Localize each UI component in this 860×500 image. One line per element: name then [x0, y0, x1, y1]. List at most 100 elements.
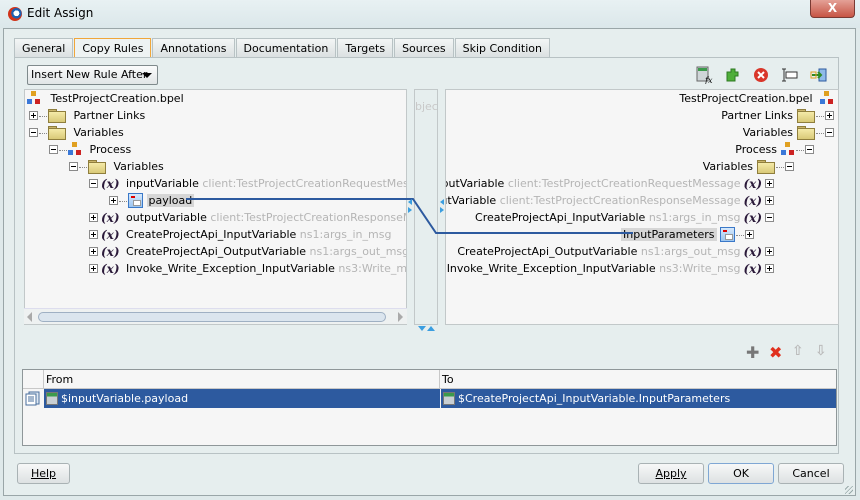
move-down-button[interactable]: ⇩: [815, 343, 827, 359]
row-header-column: [23, 370, 44, 389]
collapse-icon[interactable]: [69, 161, 78, 171]
expand-icon[interactable]: [89, 229, 98, 239]
variable-icon: (x): [101, 245, 120, 259]
variable-icon: (x): [743, 177, 762, 191]
scroll-right-icon[interactable]: [398, 312, 403, 322]
resize-grip-icon[interactable]: [845, 486, 853, 494]
ok-button[interactable]: OK: [708, 463, 774, 484]
target-tree-process[interactable]: Process: [735, 142, 814, 158]
tab-general[interactable]: General: [14, 38, 74, 58]
tab-sources[interactable]: Sources: [394, 38, 454, 58]
collapse-up-icon[interactable]: [427, 326, 435, 331]
target-tree-variables[interactable]: Variables: [743, 125, 834, 141]
delete-rule-button[interactable]: ✖: [769, 343, 782, 362]
tab-annotations[interactable]: Annotations: [152, 38, 235, 58]
tab-targets[interactable]: Targets: [337, 38, 394, 58]
table-row-from-cell[interactable]: $inputVariable.payload: [44, 389, 440, 408]
scroll-left-icon[interactable]: [27, 312, 32, 322]
expand-icon[interactable]: [765, 178, 774, 188]
source-variable-item[interactable]: (x) CreateProjectApi_OutputVariable ns1:…: [89, 244, 406, 260]
variable-icon: (x): [743, 211, 762, 225]
expand-icon[interactable]: [29, 110, 38, 120]
expand-icon[interactable]: [825, 110, 834, 120]
tab-documentation[interactable]: Documentation: [235, 38, 337, 58]
add-rule-button[interactable]: ✚: [746, 343, 759, 362]
expand-icon[interactable]: [109, 195, 118, 205]
variable-icon: (x): [101, 228, 120, 242]
source-variable-item[interactable]: (x) CreateProjectApi_InputVariable ns1:a…: [89, 227, 391, 243]
folder-icon: [48, 108, 66, 123]
folder-open-icon: [88, 159, 106, 174]
target-variable-item[interactable]: Invoke_Write_Exception_InputVariable ns3…: [447, 261, 774, 277]
collapse-icon[interactable]: [805, 144, 814, 154]
target-variable-item[interactable]: outputVariable client:TestProjectCreatio…: [446, 193, 774, 209]
cancel-button[interactable]: Cancel: [778, 463, 844, 484]
process-icon: [68, 142, 82, 156]
collapse-icon[interactable]: [765, 212, 774, 222]
mapping-strip: bjec: [414, 89, 438, 325]
column-header-to[interactable]: To: [440, 370, 836, 389]
target-variable-item[interactable]: inputVariable client:TestProjectCreation…: [446, 176, 774, 192]
move-up-button[interactable]: ⇧: [792, 343, 804, 359]
target-tree-panel: TestProjectCreation.bpel Partner Links V…: [445, 89, 839, 325]
close-button[interactable]: X: [810, 0, 855, 18]
expand-icon[interactable]: [765, 263, 774, 273]
expression-builder-icon[interactable]: fx: [695, 66, 713, 84]
xml-fragment-icon[interactable]: [724, 66, 742, 84]
collapse-icon[interactable]: [29, 127, 38, 137]
help-button[interactable]: Help: [17, 463, 70, 484]
bpel-process-icon: [27, 91, 41, 105]
folder-open-icon: [48, 125, 66, 140]
source-tree-variables[interactable]: Variables: [29, 125, 124, 141]
tab-bar: General Copy Rules Annotations Documenta…: [14, 38, 551, 58]
expression-icon: [443, 391, 455, 405]
source-tree-process[interactable]: Process: [49, 142, 131, 158]
target-variable-item[interactable]: CreateProjectApi_OutputVariable ns1:args…: [457, 244, 774, 260]
collapse-icon[interactable]: [825, 127, 834, 137]
source-tree-partner-links[interactable]: Partner Links: [29, 108, 145, 124]
source-tree-panel: TestProjectCreation.bpel Partner Links V…: [24, 89, 407, 325]
source-element-payload[interactable]: payload: [109, 192, 195, 209]
insert-mode-value: Insert New Rule After: [31, 68, 148, 81]
target-tree-root[interactable]: TestProjectCreation.bpel: [679, 91, 834, 107]
expand-icon[interactable]: [89, 263, 98, 273]
target-tree-partner-links[interactable]: Partner Links: [721, 108, 834, 124]
source-tree-process-variables[interactable]: Variables: [69, 159, 164, 175]
literal-icon[interactable]: [781, 66, 799, 84]
tab-copy-rules[interactable]: Copy Rules: [74, 38, 152, 58]
variable-icon: (x): [101, 211, 120, 225]
apply-button[interactable]: Apply: [638, 463, 704, 484]
source-horizontal-scrollbar[interactable]: [24, 308, 407, 324]
scrollbar-thumb[interactable]: [38, 312, 386, 322]
copy-rule-icon: [25, 391, 41, 406]
source-variable-item[interactable]: (x) outputVariable client:TestProjectCre…: [89, 210, 406, 226]
window-title: Edit Assign: [27, 6, 94, 20]
collapse-icon[interactable]: [785, 161, 794, 171]
column-header-from[interactable]: From: [44, 370, 440, 389]
target-element-inputparameters[interactable]: InputParameters: [621, 226, 754, 243]
remove-icon[interactable]: [752, 66, 770, 84]
source-variable-item[interactable]: (x) Invoke_Write_Exception_InputVariable…: [89, 261, 406, 277]
bulk-copy-icon[interactable]: [810, 66, 828, 84]
variable-icon: (x): [743, 245, 762, 259]
folder-open-icon: [797, 125, 815, 140]
source-tree-root[interactable]: TestProjectCreation.bpel: [27, 91, 184, 107]
expand-icon[interactable]: [89, 246, 98, 256]
title-bar: Edit Assign X: [0, 0, 860, 28]
collapse-icon[interactable]: [89, 178, 98, 188]
expand-icon[interactable]: [765, 195, 774, 205]
source-variable-item[interactable]: (x) inputVariable client:TestProjectCrea…: [89, 176, 406, 192]
expand-icon[interactable]: [89, 212, 98, 222]
collapse-icon[interactable]: [49, 144, 58, 154]
bpel-process-icon: [820, 91, 834, 105]
expand-icon[interactable]: [745, 229, 754, 239]
insert-mode-dropdown[interactable]: Insert New Rule After: [27, 65, 158, 85]
tab-skip-condition[interactable]: Skip Condition: [454, 38, 550, 58]
table-row-to-cell[interactable]: $CreateProjectApi_InputVariable.InputPar…: [441, 389, 836, 408]
target-variable-item[interactable]: CreateProjectApi_InputVariable ns1:args_…: [475, 210, 774, 226]
target-tree-process-variables[interactable]: Variables: [703, 159, 794, 175]
expression-icon: [46, 391, 58, 405]
collapse-down-icon[interactable]: [418, 326, 426, 331]
expand-icon[interactable]: [765, 246, 774, 256]
folder-open-icon: [757, 159, 775, 174]
